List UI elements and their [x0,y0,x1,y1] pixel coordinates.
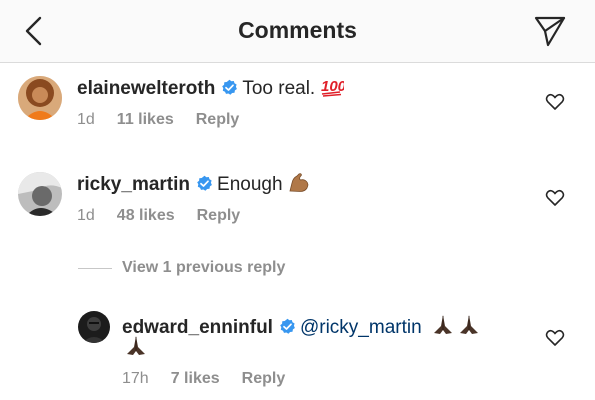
comment-meta: 17h 7 likes Reply [122,370,307,388]
avatar[interactable] [18,172,62,216]
avatar-photo [18,76,62,120]
likes-count[interactable]: 7 likes [171,370,220,387]
comment-line: ricky_martin Enough [77,171,311,196]
folded-hands-icon [434,315,479,334]
send-direct-icon[interactable] [531,12,569,50]
avatar-photo [78,311,110,343]
mention-link[interactable]: @ricky_martin [300,317,422,338]
reply-button[interactable]: Reply [196,111,240,128]
avatar[interactable] [78,311,110,343]
heart-icon[interactable] [545,92,565,112]
comment-username[interactable]: ricky_martin [77,174,190,195]
reply-button[interactable]: Reply [242,370,286,387]
page-title: Comments [238,17,357,43]
likes-count[interactable]: 11 likes [117,111,174,128]
hundred-points-icon: 100 [321,78,344,97]
verified-badge-icon [280,318,295,334]
verified-badge-icon [197,175,212,191]
avatar-photo [18,172,62,216]
verified-badge-icon [222,79,238,95]
comment-time: 1d [77,207,95,224]
avatar[interactable] [18,76,62,120]
comment-line: edward_enninful @ricky_martin [122,312,484,339]
view-previous-label: View 1 previous reply [122,259,286,276]
comment-time: 17h [122,370,149,387]
reply-button[interactable]: Reply [197,207,241,224]
flexed-biceps-icon [289,173,309,192]
comment-text: Too real. [242,78,316,99]
folded-hands-icon [127,336,145,355]
likes-count[interactable]: 48 likes [117,207,175,224]
heart-icon[interactable] [545,328,565,348]
header-bar: Comments [0,0,595,63]
heart-icon[interactable] [545,188,565,208]
comment-meta: 1d 48 likes Reply [77,207,262,225]
comment-time: 1d [77,111,95,128]
divider [78,267,112,269]
comment-line: elainewelteroth Too real. 100 [77,75,344,100]
comment-meta: 1d 11 likes Reply [77,111,261,129]
comment-username[interactable]: elainewelteroth [77,78,215,99]
view-previous-replies[interactable]: View 1 previous reply [78,259,285,277]
comment-text: Enough [217,174,283,195]
